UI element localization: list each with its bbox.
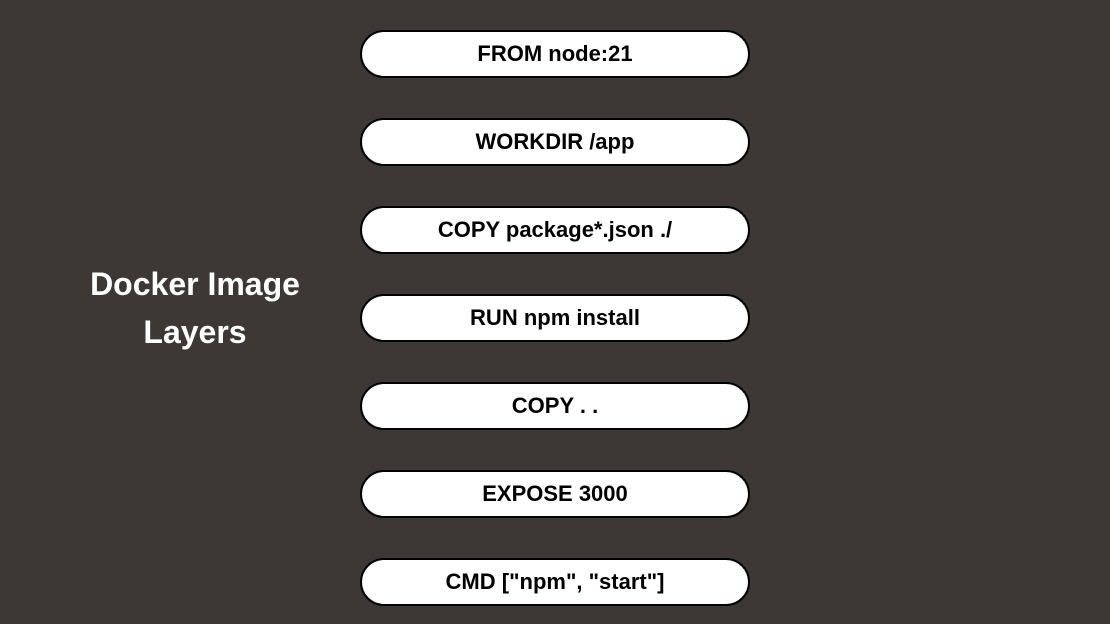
layer-copy-package: COPY package*.json ./ xyxy=(360,206,750,254)
layer-label: WORKDIR /app xyxy=(476,129,635,155)
layer-cmd: CMD ["npm", "start"] xyxy=(360,558,750,606)
layer-label: EXPOSE 3000 xyxy=(482,481,628,507)
layer-label: FROM node:21 xyxy=(477,41,632,67)
title-line-1: Docker Image xyxy=(90,266,300,302)
layer-label: RUN npm install xyxy=(470,305,640,331)
layers-container: FROM node:21 WORKDIR /app COPY package*.… xyxy=(360,30,750,606)
layer-expose: EXPOSE 3000 xyxy=(360,470,750,518)
layer-label: CMD ["npm", "start"] xyxy=(446,569,665,595)
layer-from: FROM node:21 xyxy=(360,30,750,78)
layer-label: COPY package*.json ./ xyxy=(438,217,672,243)
title-line-2: Layers xyxy=(143,314,246,350)
layer-copy-all: COPY . . xyxy=(360,382,750,430)
layer-label: COPY . . xyxy=(512,393,598,419)
layer-workdir: WORKDIR /app xyxy=(360,118,750,166)
layer-run: RUN npm install xyxy=(360,294,750,342)
diagram-title: Docker Image Layers xyxy=(65,260,325,356)
